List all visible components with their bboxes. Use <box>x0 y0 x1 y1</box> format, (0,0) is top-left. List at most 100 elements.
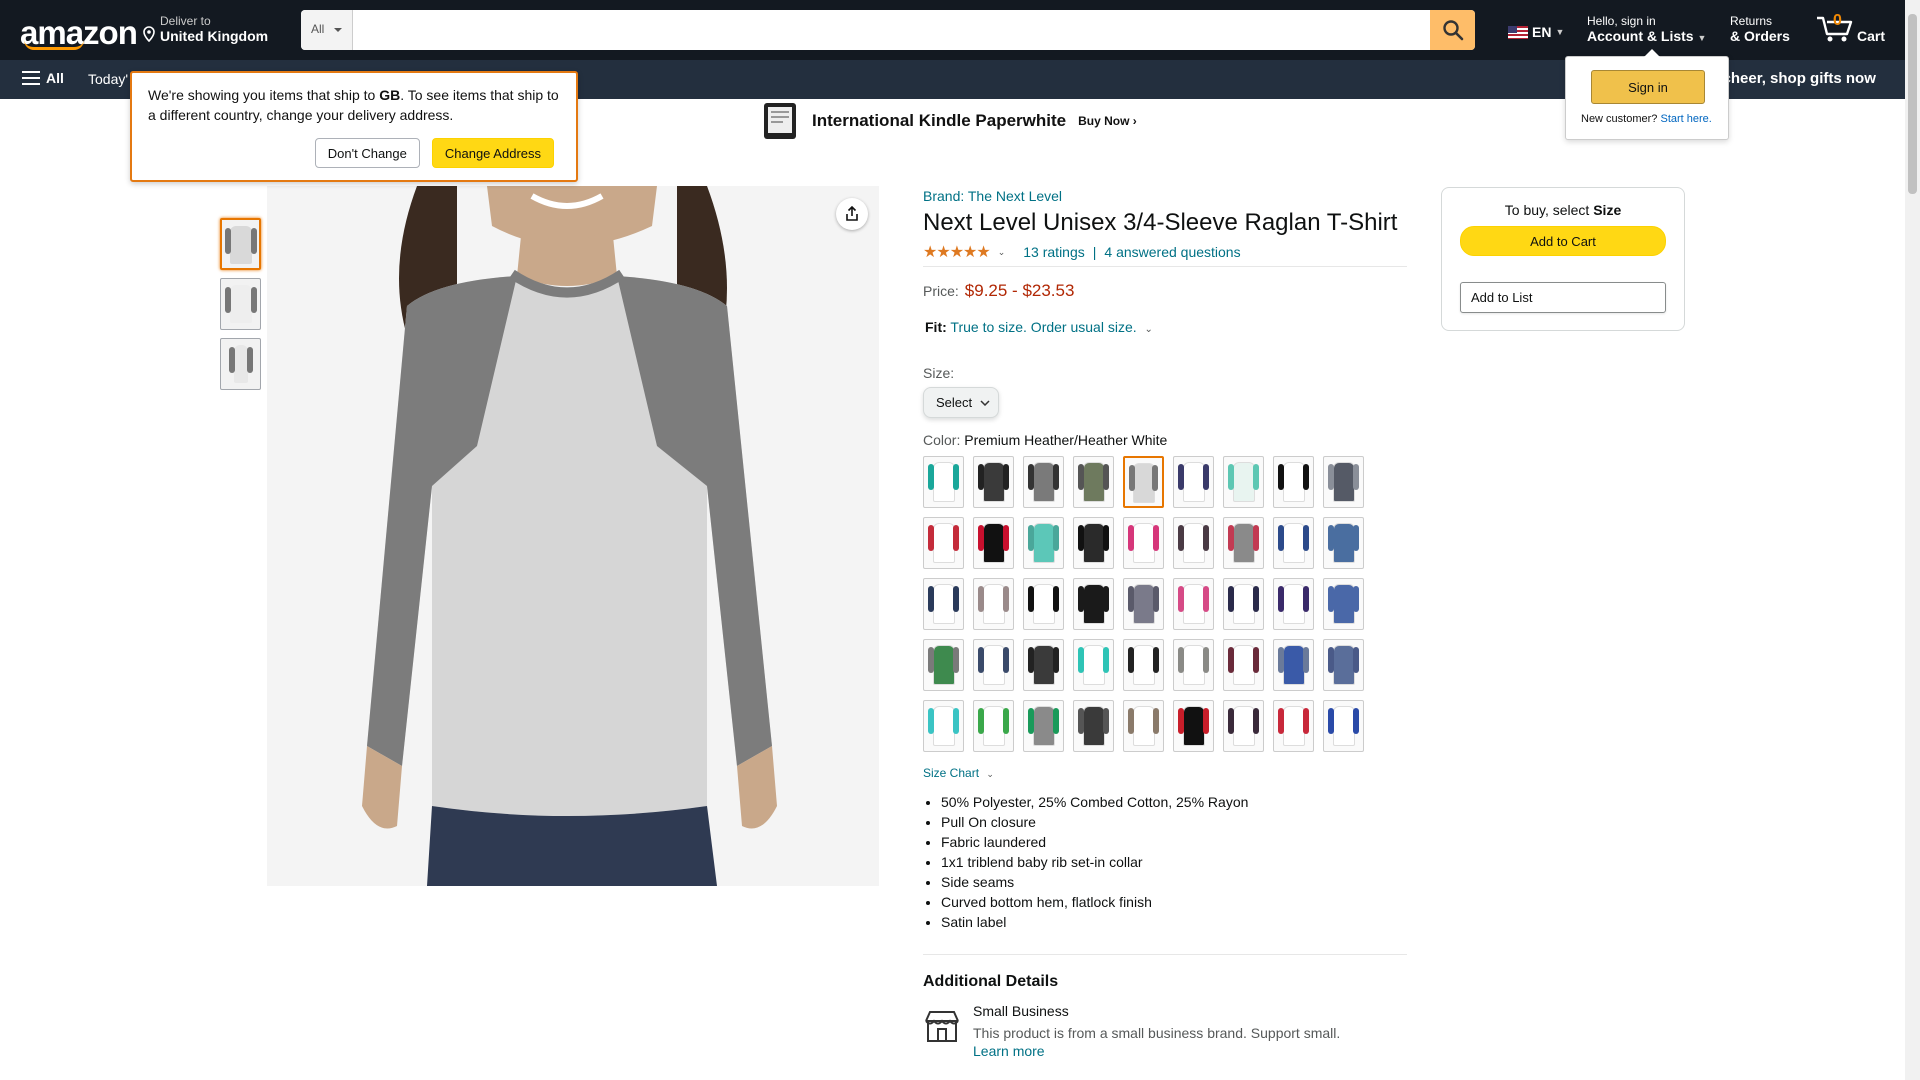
todays-deals-link[interactable]: Today' <box>88 71 128 87</box>
color-swatch[interactable] <box>1073 700 1114 752</box>
color-swatch[interactable] <box>1073 578 1114 630</box>
color-swatch[interactable] <box>1273 578 1314 630</box>
chevron-down-icon[interactable]: ⌄ <box>1145 324 1153 335</box>
color-swatch[interactable] <box>1023 700 1064 752</box>
swatch-sleeve <box>1153 708 1159 734</box>
kindle-banner[interactable]: International Kindle Paperwhite Buy Now … <box>760 101 1137 141</box>
color-swatch[interactable] <box>923 456 964 508</box>
brand-link[interactable]: Brand: The Next Level <box>923 188 1407 204</box>
color-swatch[interactable] <box>1123 517 1164 569</box>
thumbnail-image[interactable] <box>220 218 261 270</box>
thumbnail-image[interactable] <box>220 278 261 330</box>
price-label: Price: <box>923 283 959 299</box>
color-swatch[interactable] <box>1223 578 1264 630</box>
color-swatch[interactable] <box>1323 517 1364 569</box>
holiday-promo-link[interactable]: e cheer, shop gifts now <box>1710 70 1876 87</box>
color-swatch[interactable] <box>1223 639 1264 691</box>
swatch-sleeve <box>1153 647 1159 673</box>
color-swatch[interactable] <box>973 456 1014 508</box>
color-swatch[interactable] <box>1323 456 1364 508</box>
search-category-dropdown[interactable]: All <box>301 10 353 50</box>
swatch-shirt <box>1282 462 1305 502</box>
returns-orders[interactable]: Returns & Orders <box>1730 14 1790 44</box>
location-pin-icon <box>143 26 155 42</box>
color-swatch[interactable] <box>1173 578 1214 630</box>
color-swatch[interactable] <box>1023 639 1064 691</box>
color-swatch[interactable] <box>1173 639 1214 691</box>
cart-button[interactable]: 0 Cart <box>1815 12 1885 49</box>
swatch-sleeve <box>1178 525 1184 551</box>
swatch-sleeve <box>1328 708 1334 734</box>
color-swatch[interactable] <box>1223 456 1264 508</box>
star-rating-icon[interactable]: ★★★★★ <box>923 242 991 262</box>
color-swatch[interactable] <box>1073 639 1114 691</box>
color-swatch[interactable] <box>1273 517 1314 569</box>
start-here-link[interactable]: Start here. <box>1660 113 1711 125</box>
swatch-sleeve <box>1178 708 1184 734</box>
swatch-shirt <box>1282 645 1305 685</box>
sign-in-button[interactable]: Sign in <box>1591 70 1705 104</box>
add-to-list-button[interactable]: Add to List <box>1460 282 1666 313</box>
page-scrollbar[interactable] <box>1905 0 1920 1080</box>
color-swatch[interactable] <box>923 517 964 569</box>
swatch-sleeve <box>1078 647 1084 673</box>
swatch-shirt <box>1332 584 1355 624</box>
questions-link[interactable]: 4 answered questions <box>1104 244 1240 260</box>
dont-change-button[interactable]: Don't Change <box>314 138 420 168</box>
swatch-sleeve <box>1103 708 1109 734</box>
fit-link[interactable]: True to size. Order usual size. <box>950 319 1136 335</box>
swatch-shirt <box>982 462 1005 502</box>
color-swatch[interactable] <box>1173 700 1214 752</box>
color-swatch[interactable] <box>1073 517 1114 569</box>
color-swatch[interactable] <box>1123 456 1164 508</box>
color-swatch[interactable] <box>1323 578 1364 630</box>
search-input[interactable] <box>353 10 1431 50</box>
swatch-sleeve <box>1228 708 1234 734</box>
banner-buy-now[interactable]: Buy Now › <box>1078 114 1137 128</box>
color-swatch[interactable] <box>1323 700 1364 752</box>
color-swatch[interactable] <box>923 639 964 691</box>
share-button[interactable] <box>836 198 868 230</box>
color-swatch[interactable] <box>923 578 964 630</box>
account-lists[interactable]: Hello, sign in Account & Lists ▼ <box>1587 14 1706 44</box>
color-swatch[interactable] <box>973 700 1014 752</box>
color-swatch[interactable] <box>923 700 964 752</box>
color-swatch[interactable] <box>1123 578 1164 630</box>
orders-label: & Orders <box>1730 28 1790 44</box>
color-swatch[interactable] <box>1323 639 1364 691</box>
color-swatch[interactable] <box>1273 456 1314 508</box>
color-swatch[interactable] <box>1023 578 1064 630</box>
swatch-shirt <box>1182 706 1205 746</box>
ratings-separator: | <box>1092 244 1097 260</box>
color-swatch[interactable] <box>1123 700 1164 752</box>
color-swatch[interactable] <box>1023 517 1064 569</box>
color-swatch[interactable] <box>1173 456 1214 508</box>
main-product-image[interactable] <box>267 186 879 886</box>
add-to-cart-button[interactable]: Add to Cart <box>1460 226 1666 256</box>
scrollbar-thumb[interactable] <box>1908 14 1917 194</box>
all-menu-button[interactable]: All <box>22 70 64 86</box>
size-chart-link[interactable]: Size Chart ⌄ <box>923 766 1407 780</box>
color-swatch[interactable] <box>1273 700 1314 752</box>
language-selector[interactable]: EN ▼ <box>1508 24 1564 40</box>
ratings-link[interactable]: 13 ratings <box>1023 244 1084 260</box>
color-swatch[interactable] <box>1023 456 1064 508</box>
color-swatch[interactable] <box>973 639 1014 691</box>
color-swatch[interactable] <box>1223 700 1264 752</box>
color-swatch[interactable] <box>1073 456 1114 508</box>
thumbnail-image[interactable] <box>220 338 261 390</box>
change-address-button[interactable]: Change Address <box>431 138 554 168</box>
color-swatch[interactable] <box>1273 639 1314 691</box>
size-dropdown[interactable]: Select <box>923 387 999 418</box>
search-button[interactable] <box>1430 10 1475 50</box>
color-swatch[interactable] <box>1223 517 1264 569</box>
color-swatch[interactable] <box>973 578 1014 630</box>
color-swatch[interactable] <box>1173 517 1214 569</box>
learn-more-link[interactable]: Learn more <box>973 1043 1340 1059</box>
chevron-down-icon[interactable]: ⌄ <box>998 247 1006 258</box>
swatch-sleeve <box>1278 525 1284 551</box>
color-swatch[interactable] <box>1123 639 1164 691</box>
color-swatch[interactable] <box>973 517 1014 569</box>
deliver-to[interactable]: Deliver to United Kingdom <box>142 14 268 44</box>
delivery-country-code: GB <box>379 87 401 103</box>
